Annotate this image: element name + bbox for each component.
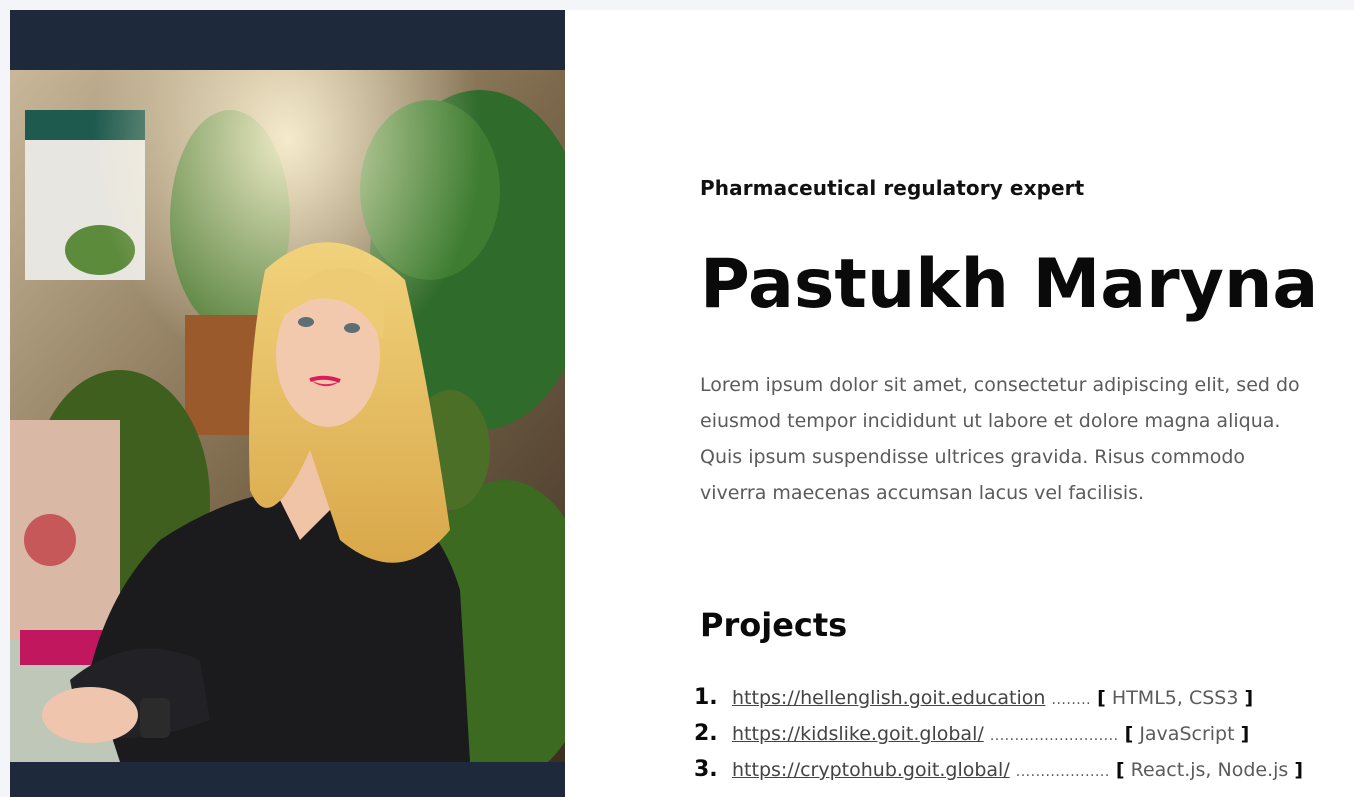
project-number: 2. xyxy=(694,721,718,746)
bio-text: Lorem ipsum dolor sit amet, consectetur … xyxy=(700,374,1300,504)
projects-list: 1. https://hellenglish.goit.education ...… xyxy=(694,680,1354,788)
project-dots: ................... xyxy=(1015,764,1110,780)
profile-photo xyxy=(10,70,565,762)
profile-content: Pharmaceutical regulatory expert Pastukh… xyxy=(694,10,1340,797)
bracket-open: [ xyxy=(1097,687,1106,709)
project-link[interactable]: https://hellenglish.goit.education xyxy=(732,687,1045,709)
project-tech: React.js, Node.js xyxy=(1130,759,1289,781)
bracket-open: [ xyxy=(1115,759,1125,781)
project-link[interactable]: https://cryptohub.goit.global/ xyxy=(732,759,1010,781)
project-dots: ........ xyxy=(1051,692,1092,708)
project-item: 2. https://kidslike.goit.global/ ........… xyxy=(694,716,1354,752)
project-tech: HTML5, CSS3 xyxy=(1111,687,1239,709)
project-item: 3. https://cryptohub.goit.global/ .......… xyxy=(694,752,1354,788)
photo-frame xyxy=(10,10,565,797)
bracket-close: ] xyxy=(1240,723,1250,745)
project-tech: JavaScript xyxy=(1139,723,1235,745)
profile-card: Pharmaceutical regulatory expert Pastukh… xyxy=(10,10,1354,797)
project-dots: .......................... xyxy=(989,728,1119,744)
bracket-close: ] xyxy=(1294,759,1304,781)
bracket-open: [ xyxy=(1124,723,1134,745)
project-number: 1. xyxy=(694,685,718,710)
projects-heading: Projects xyxy=(700,606,848,644)
project-number: 3. xyxy=(694,757,718,782)
project-link[interactable]: https://kidslike.goit.global/ xyxy=(732,723,984,745)
person-name: Pastukh Maryna xyxy=(700,245,1319,324)
bracket-close: ] xyxy=(1244,687,1254,709)
job-title: Pharmaceutical regulatory expert xyxy=(700,176,1085,200)
project-item: 1. https://hellenglish.goit.education ...… xyxy=(694,680,1354,716)
